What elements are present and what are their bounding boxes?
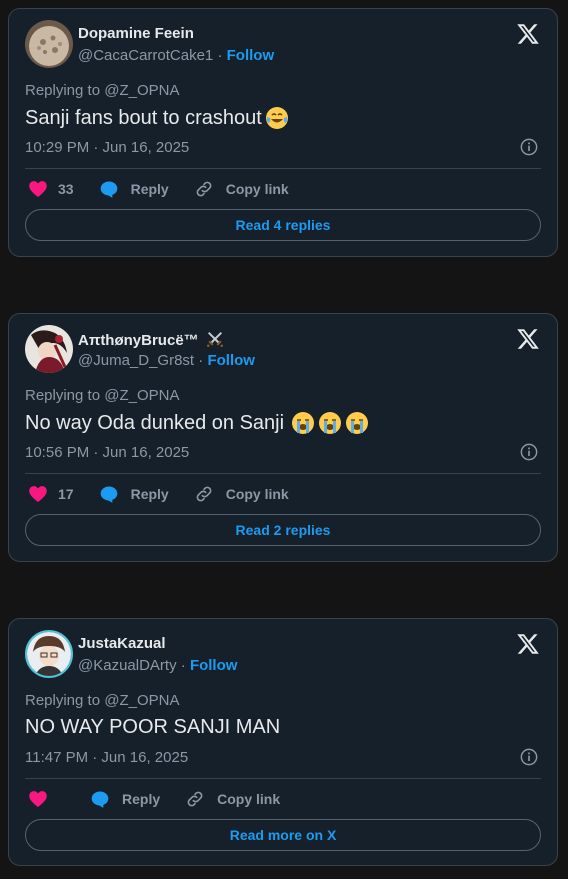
copy-link-label: Copy link [225,486,289,502]
copy-link-button[interactable]: Copy link [194,179,289,199]
tweet-text: Sanji fans bout to crashout [25,106,289,130]
timestamp[interactable]: 10:29 PM · Jun 16, 2025 [25,139,189,156]
tweet-text-content: NO WAY POOR SANJI MAN [25,716,281,738]
handle[interactable]: @Juma_D_Gr8st [78,352,194,369]
separator: · [213,47,227,64]
follow-button[interactable]: Follow [207,352,255,369]
divider [25,168,541,169]
x-logo-icon[interactable] [516,632,540,656]
read-replies-button[interactable]: Read 2 replies [25,514,541,546]
separator: · [176,657,190,674]
heart-icon [29,791,47,807]
info-icon[interactable] [520,748,538,766]
replying-to[interactable]: Replying to @Z_OPNA [25,387,179,404]
info-icon[interactable] [520,138,538,156]
display-name-text: AπthønyBrucë™ [78,332,199,349]
reply-button[interactable]: Reply [99,484,169,504]
loudly-crying-face-icon [319,412,342,434]
like-count: 17 [58,486,74,502]
tweet-card: AπthønyBrucë™ @Juma_D_Gr8st · Follow Rep… [8,313,558,562]
display-name[interactable]: Dopamine Feein [78,25,194,42]
reply-bubble-icon [100,486,117,503]
tweet-text-content: Sanji fans bout to crashout [25,106,262,129]
like-button[interactable] [28,789,58,809]
tweet-text: No way Oda dunked on Sanji [25,411,369,435]
handle-line: @Juma_D_Gr8st · Follow [78,352,255,369]
timestamp[interactable]: 11:47 PM · Jun 16, 2025 [25,749,188,766]
copy-link-button[interactable]: Copy link [185,789,280,809]
reply-bubble-icon [91,791,109,808]
like-button[interactable]: 17 [28,484,74,504]
avatar[interactable] [25,20,73,68]
reply-label: Reply [130,181,169,197]
follow-button[interactable]: Follow [190,657,238,674]
loudly-crying-face-icon [346,412,369,434]
tweet-text: NO WAY POOR SANJI MAN [25,716,280,739]
reply-label: Reply [122,791,161,807]
avatar[interactable] [25,630,73,678]
loudly-crying-face-icon [292,412,315,434]
tweet-text-content: No way Oda dunked on Sanji [25,411,285,434]
divider [25,473,541,474]
like-count: 33 [58,181,74,197]
heart-icon [29,181,47,197]
read-more-button[interactable]: Read more on X [25,819,541,851]
divider [25,778,541,779]
x-logo-icon[interactable] [516,327,540,351]
handle[interactable]: @CacaCarrotCake1 [78,47,213,64]
crossed-swords-icon [206,331,223,348]
tweet-card: JustaKazual @KazualDArty · Follow Replyi… [8,618,558,866]
read-replies-button[interactable]: Read 4 replies [25,209,541,241]
handle[interactable]: @KazualDArty [78,657,177,674]
face-with-tears-of-joy-icon [265,107,288,129]
copy-link-button[interactable]: Copy link [194,484,289,504]
action-bar: 33 Reply Copy link [28,179,314,199]
link-icon [196,486,212,502]
action-bar: Reply Copy link [28,789,305,809]
handle-line: @CacaCarrotCake1 · Follow [78,47,274,64]
replying-to[interactable]: Replying to @Z_OPNA [25,82,179,99]
reply-button[interactable]: Reply [99,179,169,199]
display-name[interactable]: JustaKazual [78,635,166,652]
separator: · [194,352,208,369]
follow-button[interactable]: Follow [227,47,275,64]
x-logo-icon[interactable] [516,22,540,46]
reply-bubble-icon [100,181,117,198]
timestamp[interactable]: 10:56 PM · Jun 16, 2025 [25,444,189,461]
tweet-card: Dopamine Feein @CacaCarrotCake1 · Follow… [8,8,558,257]
action-bar: 17 Reply Copy link [28,484,314,504]
display-name[interactable]: AπthønyBrucë™ [78,330,224,349]
info-icon[interactable] [520,443,538,461]
avatar[interactable] [25,325,73,373]
like-button[interactable]: 33 [28,179,74,199]
reply-button[interactable]: Reply [90,789,160,809]
copy-link-label: Copy link [217,791,281,807]
reply-label: Reply [130,486,169,502]
handle-line: @KazualDArty · Follow [78,657,237,674]
heart-icon [29,486,47,502]
link-icon [196,181,212,197]
replying-to[interactable]: Replying to @Z_OPNA [25,692,179,709]
link-icon [187,791,203,807]
copy-link-label: Copy link [225,181,289,197]
